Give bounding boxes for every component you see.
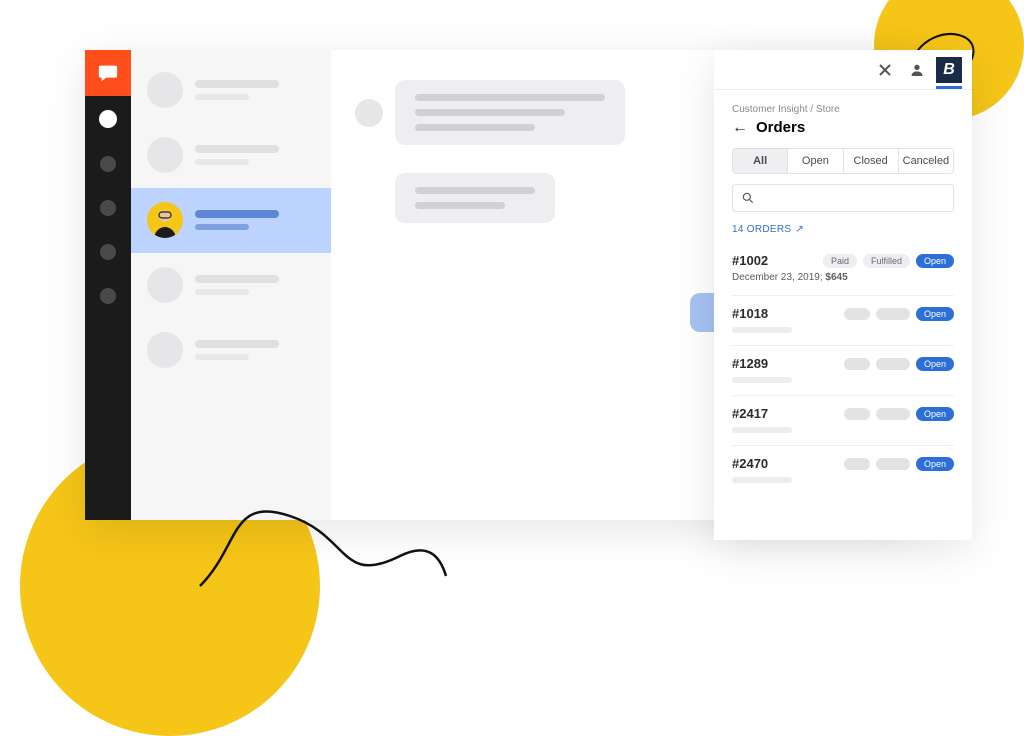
conversation-item[interactable]: [131, 123, 331, 188]
conversation-item-selected[interactable]: [131, 188, 331, 253]
filter-open[interactable]: Open: [787, 149, 842, 173]
person-icon[interactable]: [904, 57, 930, 83]
order-id: #1002: [732, 253, 817, 268]
conversation-item[interactable]: [131, 253, 331, 318]
decor-scribble-bottom: [190, 486, 450, 606]
order-id: #1018: [732, 306, 838, 321]
status-pill-placeholder: [876, 308, 910, 320]
external-link-icon: ↗: [795, 224, 804, 235]
order-row[interactable]: #1289 Open: [732, 346, 954, 396]
status-pill-open: Open: [916, 407, 954, 421]
avatar: [147, 332, 183, 368]
status-pill-placeholder: [844, 458, 870, 470]
status-pill-placeholder: [844, 308, 870, 320]
filter-closed[interactable]: Closed: [843, 149, 898, 173]
avatar: [147, 72, 183, 108]
filter-all[interactable]: All: [733, 149, 787, 173]
avatar: [147, 267, 183, 303]
bigcommerce-tab[interactable]: B: [936, 57, 962, 83]
status-pill-open: Open: [916, 254, 954, 268]
chat-logo-icon: [97, 62, 119, 84]
status-pill-paid: Paid: [823, 254, 857, 268]
nav-dot-3[interactable]: [100, 200, 116, 216]
order-id: #2417: [732, 406, 838, 421]
back-button[interactable]: ← Orders: [732, 119, 954, 136]
panel-title: Orders: [756, 119, 805, 136]
placeholder-line: [732, 377, 792, 383]
status-pill-fulfilled: Fulfilled: [863, 254, 910, 268]
avatar: [147, 202, 183, 238]
status-pill-placeholder: [876, 458, 910, 470]
filter-canceled[interactable]: Canceled: [898, 149, 953, 173]
nav-dot-5[interactable]: [100, 288, 116, 304]
order-row[interactable]: #1002 Paid Fulfilled Open December 23, 2…: [732, 243, 954, 296]
panel-tabs: B: [714, 50, 972, 90]
nav-dot-2[interactable]: [100, 156, 116, 172]
status-pill-open: Open: [916, 457, 954, 471]
nav-dot-1[interactable]: [99, 110, 117, 128]
filter-segmented: All Open Closed Canceled: [732, 148, 954, 174]
placeholder-line: [732, 477, 792, 483]
arrow-left-icon: ←: [732, 120, 748, 136]
order-id: #1289: [732, 356, 838, 371]
status-pill-placeholder: [844, 408, 870, 420]
placeholder-line: [732, 427, 792, 433]
placeholder-line: [732, 327, 792, 333]
orders-count[interactable]: 14 ORDERS ↗: [732, 224, 954, 235]
conversation-item[interactable]: [131, 318, 331, 383]
search-icon: [741, 191, 755, 205]
message-bubble: [395, 173, 555, 223]
avatar: [147, 137, 183, 173]
conversation-list: [131, 50, 331, 520]
close-icon[interactable]: [872, 57, 898, 83]
conversation-item[interactable]: [131, 58, 331, 123]
status-pill-placeholder: [876, 358, 910, 370]
order-row[interactable]: #2417 Open: [732, 396, 954, 446]
status-pill-placeholder: [876, 408, 910, 420]
order-meta: December 23, 2019; $645: [732, 272, 954, 283]
order-id: #2470: [732, 456, 838, 471]
app-logo[interactable]: [85, 50, 131, 96]
order-row[interactable]: #2470 Open: [732, 446, 954, 495]
search-input[interactable]: [732, 184, 954, 212]
avatar: [355, 99, 383, 127]
side-panel: B Customer Insight / Store ← Orders All …: [714, 50, 972, 540]
order-row[interactable]: #1018 Open: [732, 296, 954, 346]
status-pill-placeholder: [844, 358, 870, 370]
status-pill-open: Open: [916, 307, 954, 321]
message-bubble: [395, 80, 625, 145]
status-pill-open: Open: [916, 357, 954, 371]
breadcrumb: Customer Insight / Store: [732, 104, 954, 115]
nav-rail: [85, 50, 131, 520]
nav-dot-4[interactable]: [100, 244, 116, 260]
